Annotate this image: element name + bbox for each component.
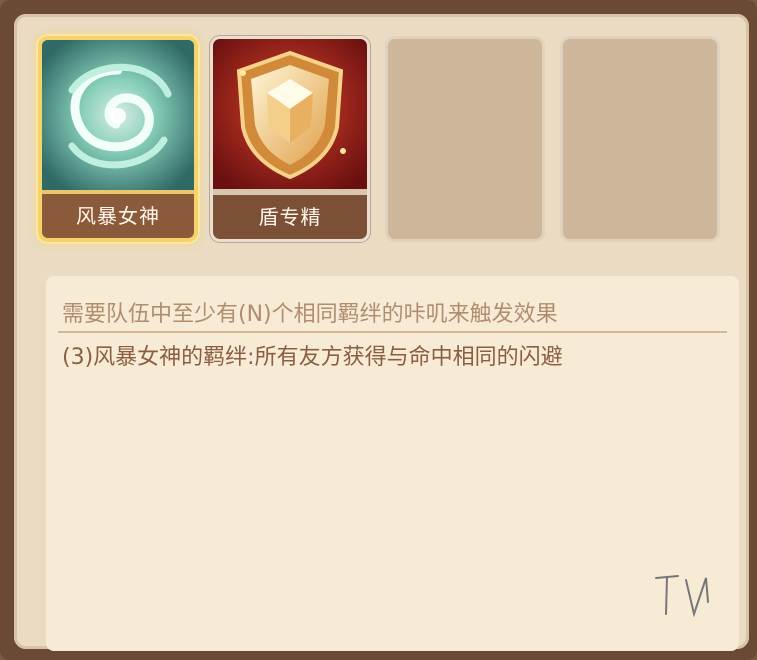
signature-mark <box>655 575 709 618</box>
bond-card-label: 盾专精 <box>213 195 367 239</box>
bond-card-shield-mastery[interactable]: 盾专精 <box>210 36 370 242</box>
bond-card-slot-empty[interactable] <box>560 36 720 242</box>
bond-requirement-text: 需要队伍中至少有(N)个相同羁绊的咔叽来触发效果 <box>62 302 558 327</box>
shield-mastery-icon <box>213 39 367 189</box>
storm-goddess-icon <box>42 40 194 190</box>
bond-card-label: 风暴女神 <box>42 194 194 238</box>
dialog-frame: 风暴女神 盾专精 需要队伍中至少有(N)个相同羁绊的咔叽来触发效果 (3)风暴女… <box>0 0 757 660</box>
bond-effect-text: (3)风暴女神的羁绊:所有友方获得与命中相同的闪避 <box>62 345 563 370</box>
bond-panel: 风暴女神 盾专精 需要队伍中至少有(N)个相同羁绊的咔叽来触发效果 (3)风暴女… <box>14 14 749 651</box>
divider <box>58 331 727 333</box>
bond-card-storm-goddess[interactable]: 风暴女神 <box>38 36 198 242</box>
bond-card-slot-empty[interactable] <box>385 36 545 242</box>
bond-description-box: 需要队伍中至少有(N)个相同羁绊的咔叽来触发效果 (3)风暴女神的羁绊:所有友方… <box>46 276 739 651</box>
